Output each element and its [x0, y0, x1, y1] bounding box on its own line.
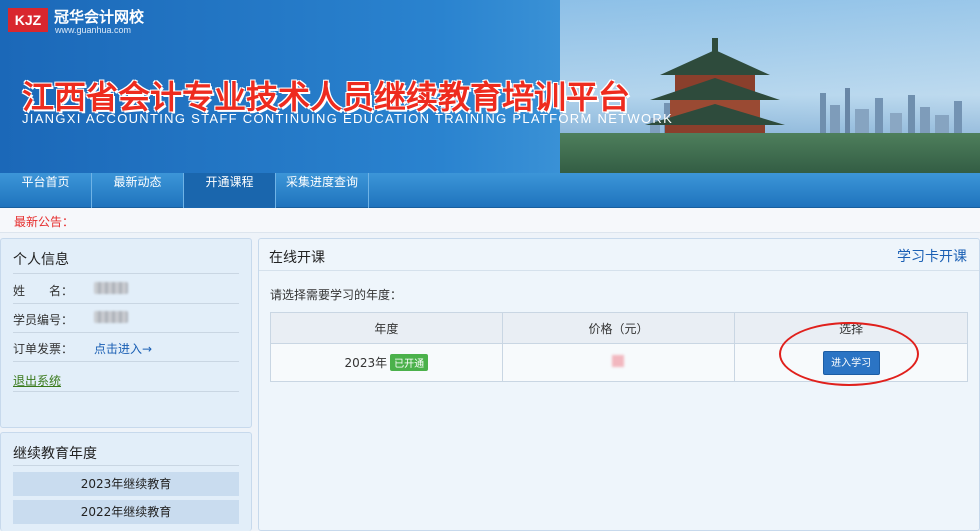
year-value: 2023年 — [344, 356, 388, 370]
brand-name: 冠华会计网校 — [54, 8, 145, 26]
nav-item-progress-query[interactable]: 采集进度查询 — [276, 173, 368, 208]
column-header-price: 价格（元） — [501, 312, 736, 344]
divider — [13, 362, 239, 392]
year-cell: 2023年 已开通 — [270, 343, 503, 382]
name-value — [94, 282, 128, 297]
brand-logo[interactable]: KJZ — [8, 8, 48, 32]
divider — [13, 465, 239, 466]
banner-ground — [560, 133, 980, 173]
student-id-label: 学员编号： — [13, 313, 74, 327]
divider — [259, 270, 979, 271]
announcement-bar: 最新公告： — [0, 208, 980, 233]
education-years-panel: 继续教育年度 2023年继续教育 2022年继续教育 — [0, 432, 252, 531]
select-year-prompt: 请选择需要学习的年度： — [270, 288, 403, 302]
year-item-2022[interactable]: 2022年继续教育 — [13, 500, 239, 524]
platform-subtitle: JIANGXI ACCOUNTING STAFF CONTINUING EDUC… — [22, 111, 674, 126]
content-title: 在线开课 — [269, 250, 325, 266]
year-item-2023[interactable]: 2023年继续教育 — [13, 472, 239, 496]
annotation-circle — [779, 322, 919, 386]
online-course-panel: 在线开课 学习卡开课 请选择需要学习的年度： 年度 价格（元） 选择 2023年… — [258, 238, 980, 531]
personal-info-title: 个人信息 — [13, 252, 69, 268]
column-header-year: 年度 — [270, 312, 503, 344]
name-label: 姓 名： — [13, 284, 74, 298]
brand-url: www.guanhua.com — [55, 25, 132, 35]
status-badge: 已开通 — [390, 354, 429, 371]
invoice-link[interactable]: 点击进入→ — [94, 340, 152, 357]
main-nav: 平台首页 最新动态 开通课程 采集进度查询 — [0, 173, 980, 208]
personal-info-panel: 个人信息 姓 名： 学员编号： 订单发票： 点击进入→ 退出系统 — [0, 238, 252, 428]
nav-item-news[interactable]: 最新动态 — [92, 173, 183, 208]
nav-item-open-courses[interactable]: 开通课程 — [184, 173, 275, 208]
invoice-row: 订单发票： 点击进入→ — [13, 333, 239, 362]
header-banner: KJZ 冠华会计网校 www.guanhua.com 江西省会计专业技术人员继续… — [0, 0, 980, 173]
divider — [13, 273, 239, 274]
name-row: 姓 名： — [13, 275, 239, 304]
invoice-label: 订单发票： — [13, 342, 74, 356]
nav-item-home[interactable]: 平台首页 — [0, 173, 91, 208]
study-card-link[interactable]: 学习卡开课 — [897, 246, 967, 266]
education-years-title: 继续教育年度 — [13, 446, 97, 462]
price-cell — [501, 343, 736, 382]
student-id-row: 学员编号： — [13, 304, 239, 333]
student-id-value — [94, 311, 128, 326]
announcement-label: 最新公告： — [14, 215, 75, 229]
nav-divider — [368, 173, 369, 208]
price-value — [612, 355, 625, 367]
